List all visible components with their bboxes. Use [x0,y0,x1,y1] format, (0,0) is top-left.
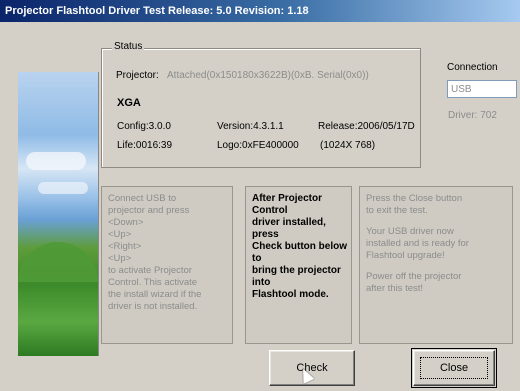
panel-line: to activate Projector [108,265,192,276]
resolution-value: (1024X 768) [320,140,376,151]
config-value: Config:3.0.0 [117,121,171,132]
panel-line: driver installed, [252,217,326,228]
panel-line: <Right> [108,241,142,252]
panel-line: bring the projector [252,265,341,276]
panel-line: Flashtool upgrade! [366,250,445,261]
panel-line: Control [252,205,288,216]
panel-line: press [252,229,279,240]
panel-line: Your USB driver now [366,226,454,237]
connection-label: Connection [447,62,498,73]
panel-line: After Projector [252,193,323,204]
sky-landscape-image [18,72,99,356]
logo-value: Logo:0xFE400000 [217,140,299,151]
close-button[interactable]: Close [411,348,497,388]
panel-line: to [252,253,262,264]
driver-version: Driver: 702 [448,110,497,121]
status-legend: Status [112,41,145,52]
panel-line: <Down> [108,217,144,228]
panel-line: Connect USB to [108,193,177,204]
panel-line: installed and is ready for [366,238,469,249]
panel-line: Press the Close button [366,193,463,204]
panel-line: to exit the test. [366,205,428,216]
panel-line: <Up> [108,229,132,240]
instructions-panel-check: After Projector Control driver installed… [245,186,352,344]
panel-line: driver is not installed. [108,301,198,312]
connection-field[interactable] [447,80,517,98]
panel-line: Flashtool mode. [252,289,329,300]
projector-value: Attached(0x150180x3622B)(0xB. Serial(0x0… [167,70,369,81]
panel-line: after this test! [366,283,424,294]
close-button-label: Close [439,362,469,374]
panel-line: Control. This activate [108,277,198,288]
window-title: Projector Flashtool Driver Test Release:… [0,0,520,22]
instructions-panel-close: Press the Close button to exit the test.… [359,186,513,344]
panel-line: into [252,277,271,288]
model-label: XGA [117,97,141,109]
cloud-shape [38,182,88,194]
instructions-panel-connect: Connect USB to projector and press <Down… [101,186,233,344]
flashtool-window: Projector Flashtool Driver Test Release:… [0,0,520,391]
hill-shape [18,242,98,282]
release-value: Release:2006/05/17D [318,121,415,132]
projector-label: Projector: [116,70,159,81]
panel-line: Power off the projector [366,271,462,282]
panel-line: Check button below [252,241,347,252]
check-button[interactable]: Check [269,350,355,386]
life-value: Life:0016:39 [117,140,173,151]
panel-line: the install wizard if the [108,289,202,300]
panel-line: projector and press [108,205,190,216]
cloud-shape [26,152,86,170]
version-value: Version:4.3.1.1 [217,121,284,132]
panel-line: <Up> [108,253,132,264]
